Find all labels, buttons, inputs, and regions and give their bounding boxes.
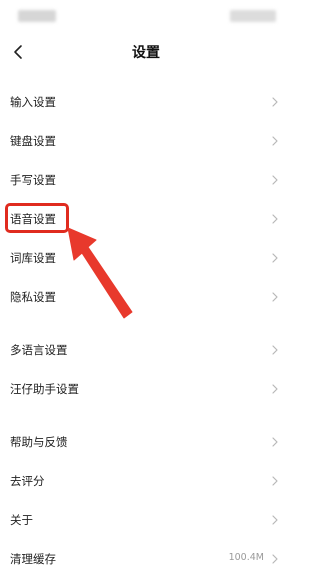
chevron-right-icon bbox=[272, 136, 278, 146]
chevron-right-icon bbox=[272, 253, 278, 263]
menu-item-label: 隐私设置 bbox=[10, 290, 56, 304]
menu-item-label: 去评分 bbox=[10, 474, 45, 488]
status-bar-blurred-left bbox=[18, 10, 56, 22]
menu-item-label: 多语言设置 bbox=[10, 343, 68, 357]
chevron-right-icon bbox=[272, 384, 278, 394]
menu-item-label: 汪仔助手设置 bbox=[10, 382, 79, 396]
menu-item-label: 词库设置 bbox=[10, 251, 56, 265]
menu-item-handwriting-settings[interactable]: 手写设置 bbox=[0, 160, 292, 199]
chevron-right-icon bbox=[272, 515, 278, 525]
chevron-right-icon bbox=[272, 292, 278, 302]
menu-item-dictionary-settings[interactable]: 词库设置 bbox=[0, 238, 292, 277]
menu-item-label: 关于 bbox=[10, 513, 33, 527]
chevron-right-icon bbox=[272, 476, 278, 486]
menu-item-privacy-settings[interactable]: 隐私设置 bbox=[0, 277, 292, 316]
menu-item-label: 语音设置 bbox=[10, 212, 56, 226]
menu-item-keyboard-settings[interactable]: 键盘设置 bbox=[0, 121, 292, 160]
cache-size-value: 100.4M bbox=[228, 552, 264, 563]
menu-item-multilanguage-settings[interactable]: 多语言设置 bbox=[0, 330, 292, 369]
menu-item-label: 键盘设置 bbox=[10, 134, 56, 148]
chevron-right-icon bbox=[272, 175, 278, 185]
menu-item-help-feedback[interactable]: 帮助与反馈 bbox=[0, 422, 292, 461]
settings-menu: 输入设置 键盘设置 手写设置 语音设置 词库设置 隐私设置 多语言设置 汪仔助手… bbox=[0, 82, 292, 578]
status-bar-blurred-right bbox=[230, 10, 276, 22]
menu-item-clear-cache[interactable]: 清理缓存 100.4M bbox=[0, 539, 292, 578]
menu-item-label: 清理缓存 bbox=[10, 552, 56, 566]
page-title: 设置 bbox=[132, 45, 160, 61]
chevron-right-icon bbox=[272, 345, 278, 355]
menu-item-about[interactable]: 关于 bbox=[0, 500, 292, 539]
menu-item-rate[interactable]: 去评分 bbox=[0, 461, 292, 500]
nav-bar: 设置 bbox=[0, 32, 292, 72]
menu-item-input-settings[interactable]: 输入设置 bbox=[0, 82, 292, 121]
chevron-right-icon bbox=[272, 214, 278, 224]
menu-item-assistant-settings[interactable]: 汪仔助手设置 bbox=[0, 369, 292, 408]
chevron-right-icon bbox=[272, 554, 278, 564]
menu-item-label: 输入设置 bbox=[10, 95, 56, 109]
menu-item-label: 手写设置 bbox=[10, 173, 56, 187]
status-bar bbox=[0, 0, 292, 32]
menu-item-label: 帮助与反馈 bbox=[10, 435, 68, 449]
menu-item-voice-settings[interactable]: 语音设置 bbox=[0, 199, 292, 238]
chevron-right-icon bbox=[272, 97, 278, 107]
chevron-right-icon bbox=[272, 437, 278, 447]
